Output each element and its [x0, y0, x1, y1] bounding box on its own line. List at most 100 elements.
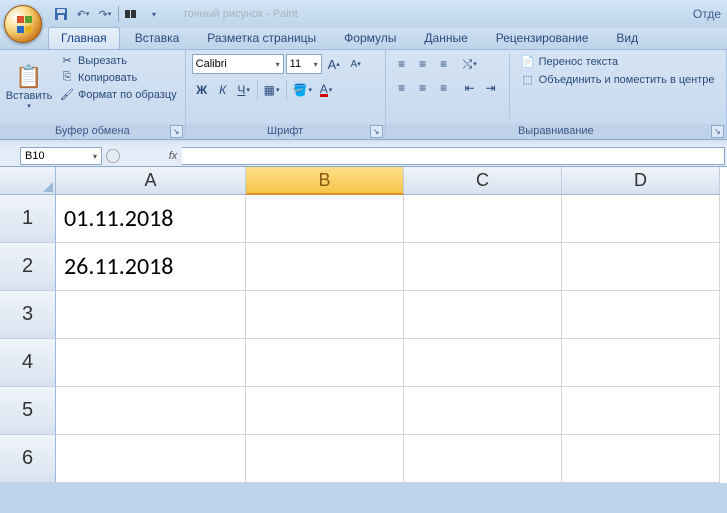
row-header-4[interactable]: 4 — [0, 339, 56, 387]
undo-icon[interactable]: ↶▾ — [74, 5, 92, 23]
copy-button[interactable]: ⎘Копировать — [57, 70, 180, 85]
qat-extra-icon[interactable] — [123, 5, 141, 23]
col-header-D[interactable]: D — [562, 167, 720, 195]
cell-A3[interactable] — [56, 291, 246, 339]
font-size-combo[interactable]: 11▾ — [286, 54, 322, 74]
cell-D6[interactable] — [562, 435, 720, 483]
qat-customize-icon[interactable]: ▾ — [145, 5, 163, 23]
cell-B6[interactable] — [246, 435, 404, 483]
cell-A2[interactable]: 26.11.2018 — [56, 243, 246, 291]
tab-view[interactable]: Вид — [603, 27, 651, 49]
align-bottom-icon: ≡ — [440, 57, 447, 71]
format-painter-button[interactable]: 🖌Формат по образцу — [57, 87, 180, 102]
quick-access-toolbar: ↶▾ ↷▾ ▾ — [52, 5, 163, 23]
row-header-3[interactable]: 3 — [0, 291, 56, 339]
alignment-launcher-icon[interactable]: ↘ — [711, 125, 724, 138]
wrap-text-button[interactable]: 📄Перенос текста — [518, 54, 718, 69]
tab-review[interactable]: Рецензирование — [483, 27, 602, 49]
cell-A6[interactable] — [56, 435, 246, 483]
select-all-corner[interactable] — [0, 167, 56, 195]
merge-center-button[interactable]: ⬚Объединить и поместить в центре — [518, 72, 718, 87]
font-launcher-icon[interactable]: ↘ — [370, 125, 383, 138]
row-2: 2 26.11.2018 — [0, 243, 727, 291]
tab-insert[interactable]: Вставка — [122, 27, 193, 49]
cell-C6[interactable] — [404, 435, 562, 483]
tab-page-layout[interactable]: Разметка страницы — [194, 27, 329, 49]
align-middle-icon: ≡ — [419, 57, 426, 71]
border-button[interactable]: ▦▾ — [261, 80, 283, 100]
row-4: 4 — [0, 339, 727, 387]
redo-icon[interactable]: ↷▾ — [96, 5, 114, 23]
orientation-button[interactable]: ⤭▾ — [460, 54, 480, 74]
tab-formulas[interactable]: Формулы — [331, 27, 409, 49]
col-header-C[interactable]: C — [404, 167, 562, 195]
paste-icon: 📋 — [15, 64, 42, 90]
name-box[interactable]: B10▾ — [20, 147, 102, 165]
cell-A1[interactable]: 01.11.2018 — [56, 195, 246, 243]
align-top-icon: ≡ — [398, 57, 405, 71]
row-header-2[interactable]: 2 — [0, 243, 56, 291]
col-header-B[interactable]: B — [246, 167, 404, 195]
cell-C1[interactable] — [404, 195, 562, 243]
font-name-combo[interactable]: Calibri▾ — [192, 54, 284, 74]
italic-label: К — [219, 83, 226, 97]
brush-icon: 🖌 — [60, 88, 74, 101]
align-bottom-button[interactable]: ≡ — [434, 54, 454, 74]
shrink-font-button[interactable]: A▾ — [346, 54, 366, 74]
cell-B2[interactable] — [246, 243, 404, 291]
align-center-button[interactable]: ≡ — [413, 78, 433, 98]
tab-home[interactable]: Главная — [48, 27, 120, 49]
grow-font-button[interactable]: A▴ — [324, 54, 344, 74]
italic-button[interactable]: К — [213, 80, 233, 100]
fill-color-button[interactable]: 🪣▾ — [290, 80, 315, 100]
cell-D5[interactable] — [562, 387, 720, 435]
font-size-value: 11 — [290, 58, 301, 70]
cell-D3[interactable] — [562, 291, 720, 339]
align-middle-button[interactable]: ≡ — [413, 54, 433, 74]
scissors-icon: ✂ — [60, 54, 74, 67]
increase-indent-button[interactable]: ⇥ — [481, 78, 501, 98]
cell-B5[interactable] — [246, 387, 404, 435]
cell-B1[interactable] — [246, 195, 404, 243]
orientation-icon: ⤭ — [463, 57, 473, 72]
formula-input[interactable] — [182, 147, 725, 165]
tab-data[interactable]: Данные — [411, 27, 480, 49]
align-top-button[interactable]: ≡ — [392, 54, 412, 74]
font-color-icon: A — [320, 84, 328, 97]
grow-font-icon: A — [328, 57, 337, 72]
cell-A4[interactable] — [56, 339, 246, 387]
decrease-indent-button[interactable]: ⇤ — [460, 78, 480, 98]
cell-C3[interactable] — [404, 291, 562, 339]
clipboard-launcher-icon[interactable]: ↘ — [170, 125, 183, 138]
cell-C2[interactable] — [404, 243, 562, 291]
underline-button[interactable]: Ч▾ — [234, 80, 254, 100]
bold-button[interactable]: Ж — [192, 80, 212, 100]
cancel-formula-icon[interactable] — [106, 149, 120, 163]
align-right-button[interactable]: ≡ — [434, 78, 454, 98]
fx-icon[interactable]: fx — [164, 147, 182, 165]
cell-A5[interactable] — [56, 387, 246, 435]
cell-D4[interactable] — [562, 339, 720, 387]
row-header-5[interactable]: 5 — [0, 387, 56, 435]
group-alignment: ≡ ≡ ≡ ⤭▾ ≡ ≡ ≡ ⇤ ⇥ 📄Перенос текста — [386, 50, 727, 139]
merge-center-label: Объединить и поместить в центре — [539, 74, 715, 86]
save-icon[interactable] — [52, 5, 70, 23]
office-button[interactable] — [4, 5, 42, 43]
cell-B4[interactable] — [246, 339, 404, 387]
col-header-A[interactable]: A — [56, 167, 246, 195]
copy-label: Копировать — [78, 72, 137, 84]
row-header-6[interactable]: 6 — [0, 435, 56, 483]
cell-C4[interactable] — [404, 339, 562, 387]
font-color-button[interactable]: A▾ — [316, 80, 336, 100]
row-header-1[interactable]: 1 — [0, 195, 56, 243]
cell-C5[interactable] — [404, 387, 562, 435]
formula-bar-area: B10▾ fx — [0, 140, 727, 167]
cell-B3[interactable] — [246, 291, 404, 339]
window-title: точный рисунок - Paint — [183, 8, 298, 20]
align-left-button[interactable]: ≡ — [392, 78, 412, 98]
cut-button[interactable]: ✂Вырезать — [57, 53, 180, 68]
cell-D2[interactable] — [562, 243, 720, 291]
paste-button[interactable]: 📋 Вставить ▾ — [5, 53, 53, 120]
cell-D1[interactable] — [562, 195, 720, 243]
row-5: 5 — [0, 387, 727, 435]
